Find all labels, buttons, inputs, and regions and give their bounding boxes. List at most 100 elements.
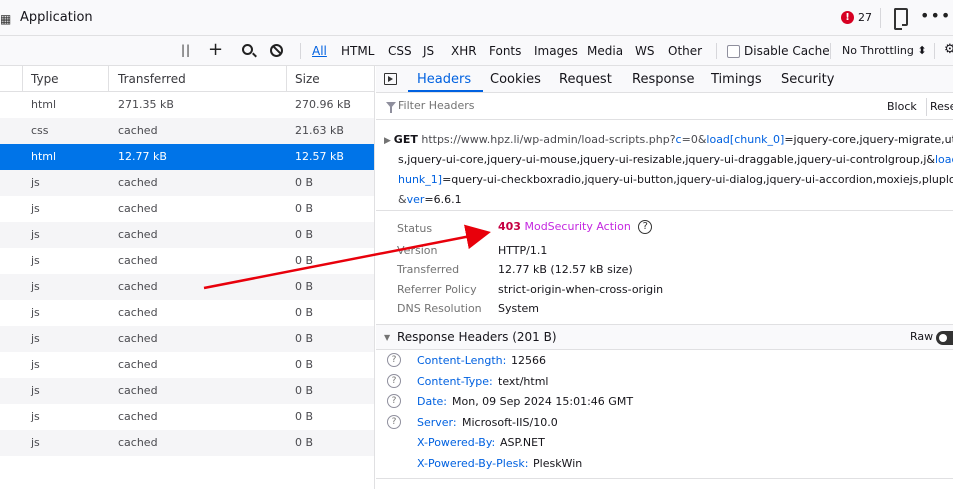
tab-security[interactable]: Security bbox=[781, 72, 834, 87]
cell-size: 0 B bbox=[295, 202, 314, 215]
response-header-row[interactable]: ? Content-Type: text/html bbox=[376, 372, 953, 392]
filter-ws[interactable]: WS bbox=[635, 44, 654, 58]
pause-icon[interactable]: || bbox=[181, 43, 191, 57]
settings-icon[interactable]: ⚙ bbox=[944, 42, 953, 57]
response-header-row[interactable]: ? Date: Mon, 09 Sep 2024 15:01:46 GMT bbox=[376, 392, 953, 412]
request-url-line: ▶ GET https://www.hpz.li/wp-admin/load-s… bbox=[384, 130, 953, 151]
table-row[interactable]: css cached 21.63 kB bbox=[0, 118, 374, 144]
tab-application[interactable]: Application bbox=[20, 10, 93, 25]
divider bbox=[376, 210, 953, 211]
more-options-icon[interactable]: ••• bbox=[920, 6, 951, 25]
expand-triangle-icon[interactable]: ▶ bbox=[384, 136, 394, 146]
cell-size: 0 B bbox=[295, 436, 314, 449]
block-button[interactable]: Block bbox=[887, 100, 917, 113]
table-row[interactable]: js cached 0 B bbox=[0, 248, 374, 274]
filter-fonts[interactable]: Fonts bbox=[489, 44, 521, 58]
url-segment: =6.6.1 bbox=[424, 193, 462, 206]
error-count[interactable]: 27 bbox=[858, 11, 872, 24]
cell-transferred: cached bbox=[118, 124, 158, 137]
response-header-row[interactable]: ? Server: Microsoft-IIS/10.0 bbox=[376, 413, 953, 433]
column-header-type[interactable]: Type bbox=[31, 72, 59, 86]
cell-transferred: cached bbox=[118, 332, 158, 345]
cell-size: 12.57 kB bbox=[295, 150, 344, 163]
add-icon[interactable]: + bbox=[208, 39, 223, 60]
cell-transferred: 12.77 kB bbox=[118, 150, 167, 163]
help-icon[interactable]: ? bbox=[387, 394, 401, 408]
disable-cache-label[interactable]: Disable Cache bbox=[744, 44, 830, 58]
version-label: Version bbox=[397, 244, 438, 257]
table-row[interactable]: js cached 0 B bbox=[0, 352, 374, 378]
response-header-row[interactable]: X-Powered-By: ASP.NET bbox=[376, 433, 953, 453]
table-row[interactable]: js cached 0 B bbox=[0, 170, 374, 196]
cell-type: js bbox=[31, 254, 40, 267]
table-row[interactable]: html 12.77 kB 12.57 kB bbox=[0, 144, 374, 170]
request-url[interactable]: ▶ GET https://www.hpz.li/wp-admin/load-s… bbox=[384, 130, 953, 270]
cell-transferred: cached bbox=[118, 436, 158, 449]
table-row[interactable]: js cached 0 B bbox=[0, 326, 374, 352]
filter-images[interactable]: Images bbox=[534, 44, 578, 58]
toggle-sidebar-icon[interactable] bbox=[384, 73, 397, 85]
divider bbox=[934, 43, 935, 59]
block-icon[interactable] bbox=[270, 44, 283, 57]
column-divider[interactable] bbox=[108, 66, 109, 92]
dock-side-icon[interactable] bbox=[894, 8, 908, 30]
cell-type: js bbox=[31, 410, 40, 423]
filter-headers-input[interactable] bbox=[398, 99, 878, 112]
column-header-size[interactable]: Size bbox=[295, 72, 320, 86]
table-row[interactable]: js cached 0 B bbox=[0, 196, 374, 222]
help-icon[interactable]: ? bbox=[638, 220, 653, 234]
cell-type: js bbox=[31, 280, 40, 293]
throttling-select[interactable]: No Throttling ⬍ bbox=[842, 44, 927, 57]
tab-cookies[interactable]: Cookies bbox=[490, 72, 541, 87]
divider bbox=[830, 43, 831, 59]
filter-html[interactable]: HTML bbox=[341, 44, 374, 58]
cell-type: html bbox=[31, 150, 57, 163]
response-headers-title[interactable]: Response Headers (201 B) bbox=[397, 330, 557, 344]
resend-button[interactable]: Rese bbox=[930, 100, 953, 113]
filter-all[interactable]: All bbox=[312, 44, 327, 58]
cell-transferred: cached bbox=[118, 410, 158, 423]
table-row[interactable]: js cached 0 B bbox=[0, 378, 374, 404]
tab-response[interactable]: Response bbox=[632, 72, 694, 87]
filter-js[interactable]: JS bbox=[423, 44, 434, 58]
help-icon[interactable]: ? bbox=[387, 353, 401, 367]
collapse-triangle-icon[interactable]: ▼ bbox=[384, 333, 390, 342]
table-row[interactable]: js cached 0 B bbox=[0, 222, 374, 248]
filter-css[interactable]: CSS bbox=[388, 44, 412, 58]
help-icon[interactable]: ? bbox=[387, 373, 401, 388]
table-row[interactable]: js cached 0 B bbox=[0, 300, 374, 326]
table-row[interactable]: html 271.35 kB 270.96 kB bbox=[0, 92, 374, 118]
divider bbox=[926, 98, 927, 116]
filter-other[interactable]: Other bbox=[668, 44, 702, 58]
filter-media[interactable]: Media bbox=[587, 44, 623, 58]
response-header-row[interactable]: X-Powered-By-Plesk: PleskWin bbox=[376, 454, 953, 474]
tab-headers[interactable]: Headers bbox=[417, 72, 471, 87]
request-method: GET bbox=[393, 133, 418, 146]
raw-label: Raw bbox=[910, 330, 934, 343]
search-icon[interactable] bbox=[242, 44, 253, 55]
response-header-row[interactable]: ? Content-Length: 12566 bbox=[376, 351, 953, 371]
error-icon[interactable]: ! bbox=[841, 11, 854, 24]
cell-type: js bbox=[31, 306, 40, 319]
transferred-value: 12.77 kB (12.57 kB size) bbox=[498, 263, 633, 276]
tab-timings[interactable]: Timings bbox=[711, 72, 762, 87]
table-row[interactable]: js cached 0 B bbox=[0, 274, 374, 300]
column-divider bbox=[22, 66, 23, 92]
response-headers-section[interactable]: ▼ Response Headers (201 B) Raw bbox=[376, 324, 953, 350]
url-segment: load[c bbox=[935, 153, 953, 166]
table-row[interactable]: js cached 0 B bbox=[0, 430, 374, 456]
column-header-transferred[interactable]: Transferred bbox=[118, 72, 186, 86]
raw-toggle[interactable] bbox=[936, 331, 953, 345]
headers-filter-bar: Block Rese bbox=[376, 94, 953, 120]
help-icon[interactable]: ? bbox=[387, 414, 401, 429]
cell-size: 0 B bbox=[295, 384, 314, 397]
request-details-panel: Headers Cookies Request Response Timings… bbox=[376, 66, 953, 489]
filter-xhr[interactable]: XHR bbox=[451, 44, 477, 58]
cell-transferred: cached bbox=[118, 202, 158, 215]
devtools-top-bar: ▦ Application ! 27 ••• bbox=[0, 0, 953, 36]
column-divider[interactable] bbox=[286, 66, 287, 92]
details-tabs: Headers Cookies Request Response Timings… bbox=[376, 66, 953, 93]
table-row[interactable]: js cached 0 B bbox=[0, 404, 374, 430]
disable-cache-checkbox[interactable] bbox=[727, 45, 740, 58]
tab-request[interactable]: Request bbox=[559, 72, 612, 87]
